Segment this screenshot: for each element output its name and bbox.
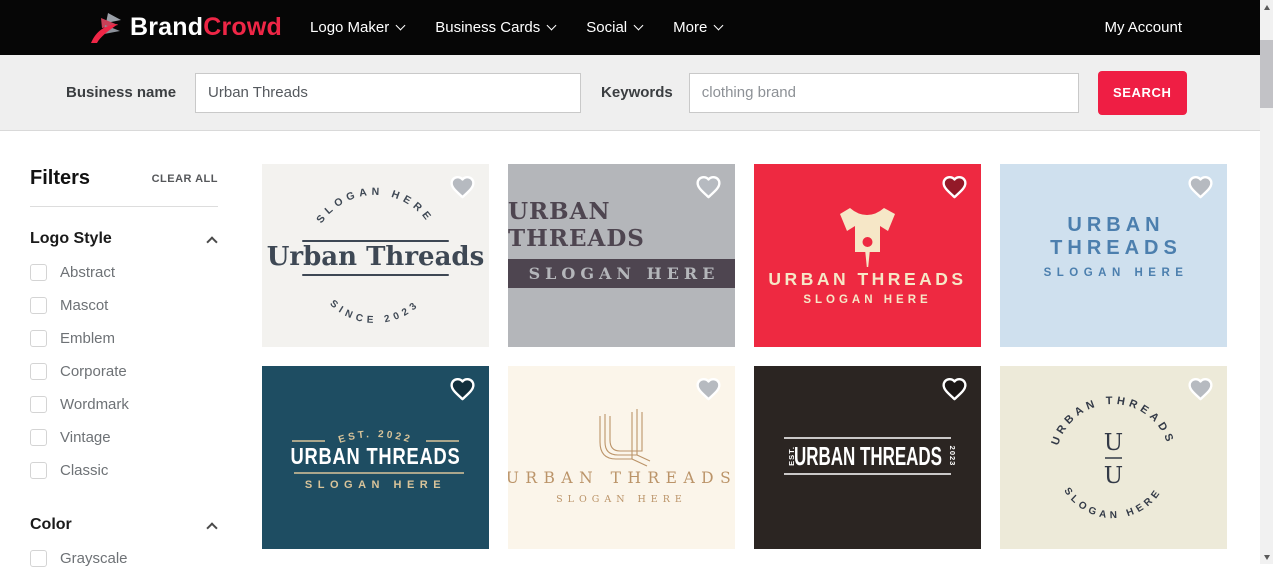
nav-more[interactable]: More <box>673 19 724 36</box>
svg-text:SLOGAN HERE: SLOGAN HERE <box>1061 486 1164 521</box>
chevron-down-icon <box>713 20 724 31</box>
filter-wordmark[interactable]: Wordmark <box>30 396 218 413</box>
checkbox-wordmark[interactable] <box>30 396 47 413</box>
checkbox-mascot[interactable] <box>30 297 47 314</box>
scroll-up-button[interactable] <box>1260 0 1273 14</box>
filter-mascot[interactable]: Mascot <box>30 297 218 314</box>
checkbox-vintage[interactable] <box>30 429 47 446</box>
nav-logo-maker[interactable]: Logo Maker <box>310 19 406 36</box>
main-navigation: Logo Maker Business Cards Social More <box>310 19 724 36</box>
chevron-up-icon <box>206 235 218 248</box>
color-section-header[interactable]: Color <box>30 516 218 534</box>
logo-card-modern-wordmark[interactable]: URBAN THREADS SLOGAN HERE <box>1000 164 1227 347</box>
brandcrowd-bird-icon <box>91 12 121 43</box>
triangle-down-icon <box>1263 554 1270 560</box>
favorite-button[interactable] <box>695 173 725 201</box>
heart-icon <box>696 377 721 400</box>
keywords-input[interactable] <box>688 72 1079 113</box>
logo-card-monogram-lines[interactable]: URBAN THREADS SLOGAN HERE <box>508 366 735 549</box>
u-monogram-icon <box>599 409 651 467</box>
filter-emblem[interactable]: Emblem <box>30 330 218 347</box>
svg-text:2023: 2023 <box>948 446 957 467</box>
favorite-button[interactable] <box>449 173 479 201</box>
logo-slogan-text: SLOGAN HERE <box>508 258 735 288</box>
favorite-button[interactable] <box>695 375 725 403</box>
checkbox-classic[interactable] <box>30 462 47 479</box>
western-wordmark-logo: URBAN THREADS SLOGAN HERE <box>508 198 735 288</box>
svg-text:U: U <box>1104 463 1123 489</box>
svg-text:SLOGAN HERE: SLOGAN HERE <box>305 479 446 491</box>
heart-icon <box>942 377 967 400</box>
favorite-button[interactable] <box>941 375 971 403</box>
scroll-down-button[interactable] <box>1260 550 1273 564</box>
chevron-down-icon <box>546 20 557 31</box>
favorite-button[interactable] <box>1187 173 1217 201</box>
keywords-label: Keywords <box>601 84 673 101</box>
filter-abstract[interactable]: Abstract <box>30 264 218 281</box>
triangle-up-icon <box>1263 4 1270 10</box>
my-account-link[interactable]: My Account <box>1104 19 1182 36</box>
logo-results-grid: SLOGAN HERE Urban Threads SINCE 2023 URB… <box>262 131 1227 567</box>
heart-icon <box>450 175 475 198</box>
logo-card-boxed-wordmark[interactable]: EST. URBAN THREADS 2023 <box>754 366 981 549</box>
svg-text:URBAN THREADS: URBAN THREADS <box>768 269 966 289</box>
heart-icon <box>942 175 967 198</box>
chevron-down-icon <box>633 20 644 31</box>
chevron-down-icon <box>395 20 406 31</box>
filter-grayscale[interactable]: Grayscale <box>30 550 218 567</box>
svg-text:SLOGAN HERE: SLOGAN HERE <box>556 494 687 505</box>
checkbox-emblem[interactable] <box>30 330 47 347</box>
content-area: Filters CLEAR ALL Logo Style Abstract Ma… <box>0 131 1260 567</box>
clear-all-button[interactable]: CLEAR ALL <box>152 173 218 185</box>
brandcrowd-logo[interactable]: BrandCrowd <box>88 12 282 44</box>
filters-title: Filters <box>30 167 91 189</box>
logo-card-tshirt-emblem[interactable]: URBAN THREADS SLOGAN HERE <box>754 164 981 347</box>
svg-text:SINCE 2023: SINCE 2023 <box>328 298 423 326</box>
vertical-scrollbar[interactable] <box>1260 0 1273 564</box>
scrollbar-thumb[interactable] <box>1260 40 1273 108</box>
favorite-button[interactable] <box>1187 375 1217 403</box>
logo-slogan-text: SLOGAN HERE <box>1043 267 1189 279</box>
page-viewport: BrandCrowd Logo Maker Business Cards Soc… <box>0 0 1260 567</box>
svg-text:SLOGAN HERE: SLOGAN HERE <box>803 294 931 306</box>
filter-corporate[interactable]: Corporate <box>30 363 218 380</box>
brand-wordmark: BrandCrowd <box>130 13 283 41</box>
logo-brand-text: URBAN THREADS <box>508 197 645 252</box>
checkbox-corporate[interactable] <box>30 363 47 380</box>
t-shirt-needle-icon <box>840 208 895 267</box>
search-button[interactable]: SEARCH <box>1097 70 1187 115</box>
filter-classic[interactable]: Classic <box>30 462 218 479</box>
filter-vintage[interactable]: Vintage <box>30 429 218 446</box>
favorite-button[interactable] <box>941 173 971 201</box>
checkbox-abstract[interactable] <box>30 264 47 281</box>
logo-card-circular-monogram[interactable]: URBAN THREADS SLOGAN HERE U U <box>1000 366 1227 549</box>
logo-card-western-wordmark[interactable]: URBAN THREADS SLOGAN HERE <box>508 164 735 347</box>
svg-text:URBAN THREADS: URBAN THREADS <box>794 441 942 471</box>
heart-icon <box>696 175 721 198</box>
top-navbar: BrandCrowd Logo Maker Business Cards Soc… <box>0 0 1260 55</box>
heart-icon <box>450 377 475 400</box>
sidebar-divider <box>30 206 218 207</box>
heart-icon <box>1188 175 1213 198</box>
logo-card-established-wordmark[interactable]: EST. 2022 URBAN THREADS SLOGAN HERE <box>262 366 489 549</box>
checkbox-grayscale[interactable] <box>30 550 47 567</box>
svg-text:URBAN THREADS: URBAN THREADS <box>508 469 735 487</box>
logo-brand-text: URBAN THREADS <box>1050 214 1182 259</box>
logo-card-stamp-badge[interactable]: SLOGAN HERE Urban Threads SINCE 2023 <box>262 164 489 347</box>
svg-text:U: U <box>1104 430 1123 456</box>
favorite-button[interactable] <box>449 375 479 403</box>
heart-icon <box>1188 377 1213 400</box>
logo-style-section-header[interactable]: Logo Style <box>30 230 218 248</box>
business-name-input[interactable] <box>195 72 582 113</box>
svg-text:URBAN THREADS: URBAN THREADS <box>291 443 461 469</box>
chevron-up-icon <box>206 521 218 534</box>
search-strip: Business name Keywords SEARCH <box>0 55 1260 131</box>
business-name-label: Business name <box>66 84 177 101</box>
nav-social[interactable]: Social <box>586 19 644 36</box>
svg-text:Urban Threads: Urban Threads <box>267 242 485 272</box>
nav-business-cards[interactable]: Business Cards <box>435 19 557 36</box>
filters-sidebar: Filters CLEAR ALL Logo Style Abstract Ma… <box>0 131 262 567</box>
svg-text:SLOGAN HERE: SLOGAN HERE <box>314 186 436 226</box>
modern-wordmark-logo: URBAN THREADS SLOGAN HERE <box>1000 214 1227 279</box>
